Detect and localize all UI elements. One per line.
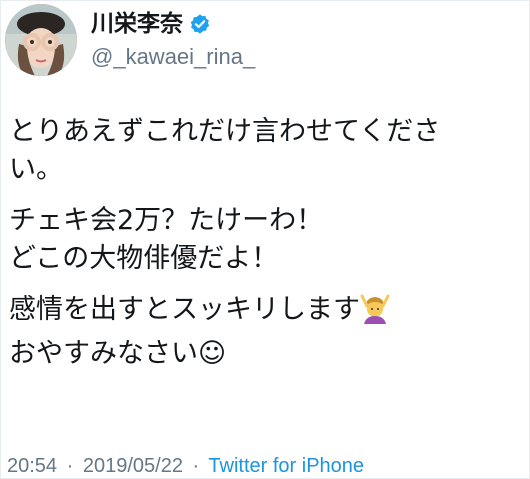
meta-separator: · xyxy=(192,455,200,477)
tweet-paragraph-1: とりあえずこれだけ言わせてくださ い。 xyxy=(9,113,527,189)
tweet-header: 川栄李奈 @_kawaei_rina_ xyxy=(5,4,255,76)
tweet-text: とりあえずこれだけ言わせてくださ い。 チェキ会2万？たけーわ！ どこの大物俳優… xyxy=(9,113,527,386)
tweet-meta: 20:54 · 2019/05/22 · Twitter for iPhone xyxy=(7,453,364,479)
tweet-card: 川栄李奈 @_kawaei_rina_ とりあえずこれだけ言わせてくださ い。 … xyxy=(0,0,530,479)
tweet-line: い。 xyxy=(9,154,63,185)
tweet-line: チェキ会2万？たけーわ！ xyxy=(9,205,324,236)
woman-gesturing-ok-icon xyxy=(360,294,390,335)
tweet-date[interactable]: 2019/05/22 xyxy=(83,455,183,477)
tweet-paragraph-3: 感情を出すとスッキリします おやすみなさい☺ xyxy=(9,291,527,373)
tweet-line-text: 感情を出すとスッキリします xyxy=(9,294,360,325)
smiling-face-icon: ☺ xyxy=(198,338,227,369)
avatar-image xyxy=(5,4,77,76)
tweet-line-with-emoji: おやすみなさい☺ xyxy=(9,335,527,373)
tweet-line: どこの大物俳優だよ！ xyxy=(9,243,279,274)
display-name-row: 川栄李奈 xyxy=(91,9,255,39)
display-name[interactable]: 川栄李奈 xyxy=(91,9,183,39)
meta-separator: · xyxy=(66,455,74,477)
tweet-line-text: おやすみなさい xyxy=(9,338,198,369)
tweet-line-with-emoji: 感情を出すとスッキリします xyxy=(9,291,527,335)
user-handle[interactable]: @_kawaei_rina_ xyxy=(91,43,255,71)
user-names: 川栄李奈 @_kawaei_rina_ xyxy=(91,9,255,71)
tweet-paragraph-2: チェキ会2万？たけーわ！ どこの大物俳優だよ！ xyxy=(9,202,527,278)
tweet-time[interactable]: 20:54 xyxy=(7,455,57,477)
tweet-line: とりあえずこれだけ言わせてくださ xyxy=(9,116,441,147)
tweet-source-link[interactable]: Twitter for iPhone xyxy=(208,455,364,477)
verified-badge-icon xyxy=(189,13,211,35)
avatar[interactable] xyxy=(5,4,77,76)
